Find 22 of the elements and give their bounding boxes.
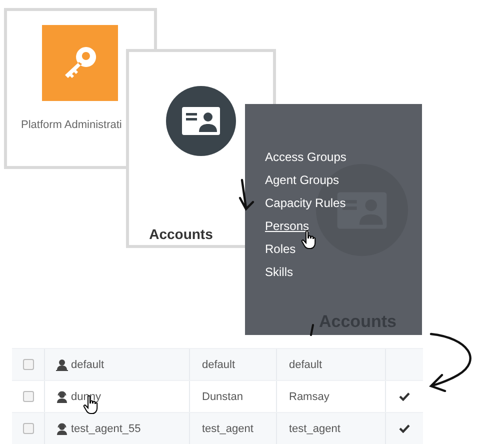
table-cell: default [71, 358, 104, 370]
headset-user-icon [56, 390, 68, 402]
headset-user-icon [56, 422, 68, 434]
arrow [238, 178, 256, 212]
key-icon [42, 25, 118, 101]
pen-stroke [309, 324, 315, 336]
table-cell: default [202, 358, 236, 370]
hand-cursor-icon [301, 230, 317, 250]
table-cell: Dunstan [202, 390, 243, 402]
tile-label: Accounts [149, 226, 213, 242]
table-cell: test_agent [289, 422, 340, 434]
tile-label: Platform Administrati [21, 119, 122, 131]
checkbox[interactable] [22, 359, 34, 370]
table-cell: default [289, 358, 322, 370]
table-cell: Ramsay [289, 390, 330, 402]
user-icon [56, 358, 68, 370]
table-cell: test_agent_55 [71, 422, 141, 434]
tile-card[interactable]: Platform Administrati [4, 8, 126, 169]
checkbox[interactable] [22, 423, 34, 434]
table-cell: test_agent [202, 422, 254, 434]
menu-item[interactable]: Skills [265, 265, 294, 279]
checkbox[interactable] [22, 391, 34, 402]
